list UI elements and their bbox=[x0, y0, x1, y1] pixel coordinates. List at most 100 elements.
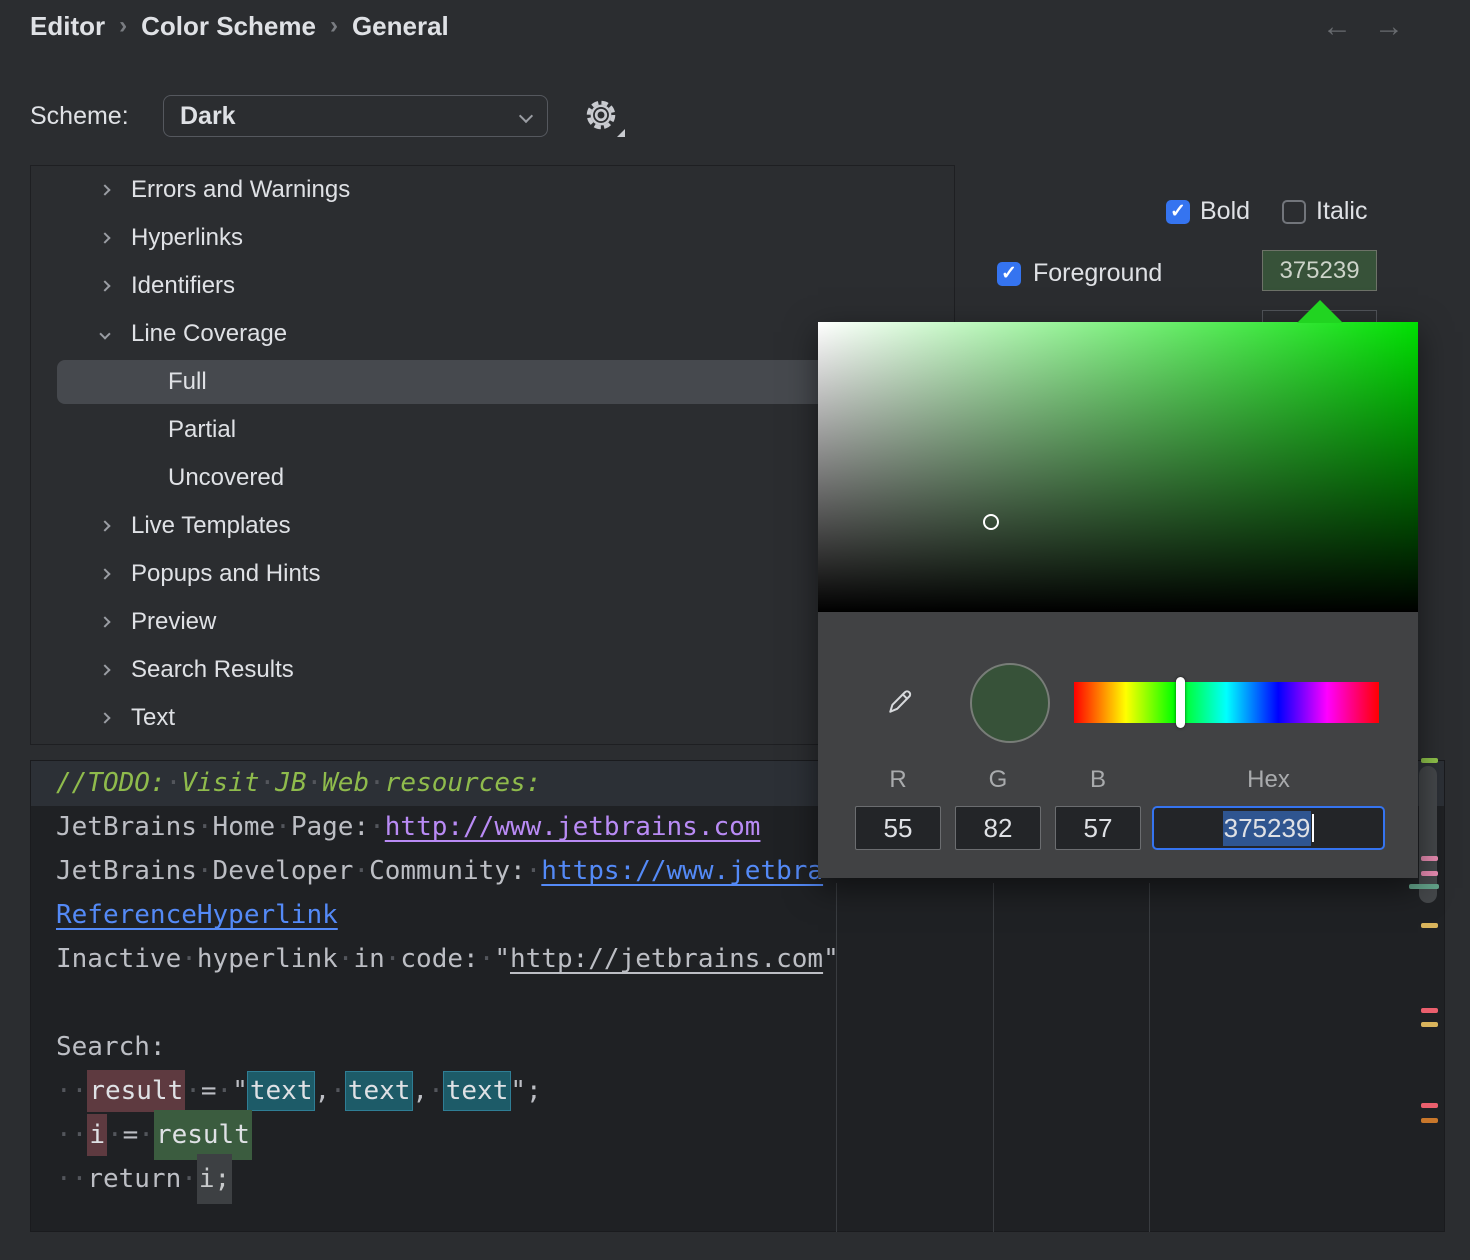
code-segment: , bbox=[412, 1076, 428, 1106]
code-segment: i bbox=[87, 1114, 107, 1156]
code-segment: · bbox=[526, 856, 542, 886]
tree-item-line-coverage[interactable]: Line Coverage bbox=[31, 310, 954, 358]
scheme-settings-button[interactable] bbox=[583, 97, 623, 137]
scheme-selected-value: Dark bbox=[180, 102, 236, 131]
code-segment: Community: bbox=[369, 856, 526, 886]
red-input[interactable]: 55 bbox=[855, 806, 941, 850]
tree-item-label: Preview bbox=[131, 608, 216, 636]
code-segment: JetBrains bbox=[56, 812, 197, 842]
code-line: Search: bbox=[56, 1025, 1256, 1069]
tree-item-search-results[interactable]: Search Results bbox=[31, 646, 954, 694]
code-segment: result bbox=[87, 1070, 185, 1112]
error-stripe-mark[interactable] bbox=[1421, 758, 1438, 763]
tree-chevron-right-icon[interactable] bbox=[95, 666, 115, 674]
error-stripe-mark[interactable] bbox=[1421, 856, 1438, 861]
scrollbar-thumb[interactable] bbox=[1419, 766, 1437, 903]
tree-item-label: Text bbox=[131, 704, 175, 732]
checkmark-icon: ✓ bbox=[1001, 264, 1017, 283]
tree-item-full[interactable]: Full bbox=[31, 358, 954, 406]
code-segment: JetBrains bbox=[56, 856, 197, 886]
code-line: ··return·i; bbox=[56, 1157, 1256, 1201]
code-segment: http://jetbrains.com bbox=[510, 944, 823, 974]
tree-item-text[interactable]: Text bbox=[31, 694, 954, 742]
breadcrumb-general[interactable]: General bbox=[352, 11, 449, 42]
error-stripe-mark[interactable] bbox=[1421, 1118, 1438, 1123]
color-options-tree: Errors and WarningsHyperlinksIdentifiers… bbox=[30, 165, 955, 745]
tree-item-partial[interactable]: Partial bbox=[31, 406, 954, 454]
margin-guide bbox=[993, 883, 994, 1232]
foreground-color-swatch[interactable]: 375239 bbox=[1262, 250, 1377, 291]
tree-item-errors-and-warnings[interactable]: Errors and Warnings bbox=[31, 166, 954, 214]
tree-item-popups-and-hints[interactable]: Popups and Hints bbox=[31, 550, 954, 598]
bold-checkbox[interactable]: ✓ bbox=[1166, 200, 1190, 224]
green-label: G bbox=[955, 766, 1041, 794]
chevron-right-icon bbox=[99, 280, 110, 291]
code-line: Inactive·hyperlink·in·code:·"http://jetb… bbox=[56, 937, 1256, 981]
error-stripe-mark[interactable] bbox=[1421, 923, 1438, 928]
bold-label: Bold bbox=[1200, 197, 1250, 226]
error-stripe-mark[interactable] bbox=[1421, 1022, 1438, 1027]
code-segment: · bbox=[306, 768, 322, 798]
italic-label: Italic bbox=[1316, 197, 1367, 226]
code-segment: · bbox=[181, 1164, 197, 1194]
green-input[interactable]: 82 bbox=[955, 806, 1041, 850]
breadcrumb-color-scheme[interactable]: Color Scheme bbox=[141, 11, 316, 42]
checkmark-icon: ✓ bbox=[1170, 202, 1186, 221]
tree-chevron-down-icon[interactable] bbox=[95, 330, 115, 338]
breadcrumb-editor[interactable]: Editor bbox=[30, 11, 105, 42]
tree-item-label: Live Templates bbox=[131, 512, 291, 540]
blue-input[interactable]: 57 bbox=[1055, 806, 1141, 850]
code-segment: i; bbox=[197, 1154, 232, 1204]
error-stripe-mark[interactable] bbox=[1409, 884, 1439, 889]
code-segment: = bbox=[123, 1120, 139, 1150]
error-stripe-mark[interactable] bbox=[1421, 871, 1438, 876]
eyedropper-button[interactable] bbox=[886, 684, 918, 716]
code-segment: code: bbox=[400, 944, 478, 974]
back-arrow-icon[interactable]: ← bbox=[1322, 10, 1352, 44]
tree-chevron-right-icon[interactable] bbox=[95, 522, 115, 530]
tree-item-uncovered[interactable]: Uncovered bbox=[31, 454, 954, 502]
code-segment: · bbox=[138, 1120, 154, 1150]
chevron-down-icon bbox=[519, 109, 533, 123]
gradient-cursor-icon[interactable] bbox=[983, 514, 999, 530]
code-segment: Visit bbox=[181, 768, 259, 798]
code-line: ··i·=·result bbox=[56, 1113, 1256, 1157]
eyedropper-icon bbox=[886, 684, 918, 716]
margin-guide bbox=[1149, 883, 1150, 1232]
saturation-brightness-gradient[interactable] bbox=[818, 322, 1418, 612]
tree-chevron-right-icon[interactable] bbox=[95, 570, 115, 578]
error-stripe-mark[interactable] bbox=[1421, 1008, 1438, 1013]
text-caret bbox=[1312, 814, 1314, 842]
tree-item-identifiers[interactable]: Identifiers bbox=[31, 262, 954, 310]
code-segment: ·· bbox=[56, 1076, 87, 1106]
error-stripe-mark[interactable] bbox=[1421, 1103, 1438, 1108]
tree-chevron-right-icon[interactable] bbox=[95, 618, 115, 626]
code-line: ReferenceHyperlink bbox=[56, 893, 1256, 937]
tree-chevron-right-icon[interactable] bbox=[95, 714, 115, 722]
tree-chevron-right-icon[interactable] bbox=[95, 282, 115, 290]
italic-checkbox[interactable]: ✓ bbox=[1282, 200, 1306, 224]
code-segment: http://www.jetbrains.com bbox=[385, 812, 761, 842]
tree-item-hyperlinks[interactable]: Hyperlinks bbox=[31, 214, 954, 262]
foreground-checkbox[interactable]: ✓ bbox=[997, 262, 1021, 286]
tree-chevron-right-icon[interactable] bbox=[95, 186, 115, 194]
forward-arrow-icon[interactable]: → bbox=[1374, 10, 1404, 44]
chevron-right-icon bbox=[99, 616, 110, 627]
scheme-label: Scheme: bbox=[30, 102, 129, 131]
scheme-dropdown[interactable]: Dark bbox=[163, 95, 548, 137]
code-segment: return bbox=[87, 1164, 181, 1194]
tree-item-preview[interactable]: Preview bbox=[31, 598, 954, 646]
code-segment: text bbox=[248, 1072, 315, 1110]
code-segment: ReferenceHyperlink bbox=[56, 900, 338, 930]
code-segment: hyperlink bbox=[197, 944, 338, 974]
code-segment: in bbox=[353, 944, 384, 974]
code-segment: · bbox=[330, 1076, 346, 1106]
hex-label: Hex bbox=[1152, 766, 1385, 794]
hue-slider[interactable] bbox=[1074, 682, 1379, 723]
tree-item-live-templates[interactable]: Live Templates bbox=[31, 502, 954, 550]
code-segment: Home bbox=[213, 812, 276, 842]
hue-slider-handle[interactable] bbox=[1176, 677, 1185, 728]
hex-input[interactable]: 375239 bbox=[1152, 806, 1385, 850]
code-segment: resources: bbox=[385, 768, 542, 798]
tree-chevron-right-icon[interactable] bbox=[95, 234, 115, 242]
